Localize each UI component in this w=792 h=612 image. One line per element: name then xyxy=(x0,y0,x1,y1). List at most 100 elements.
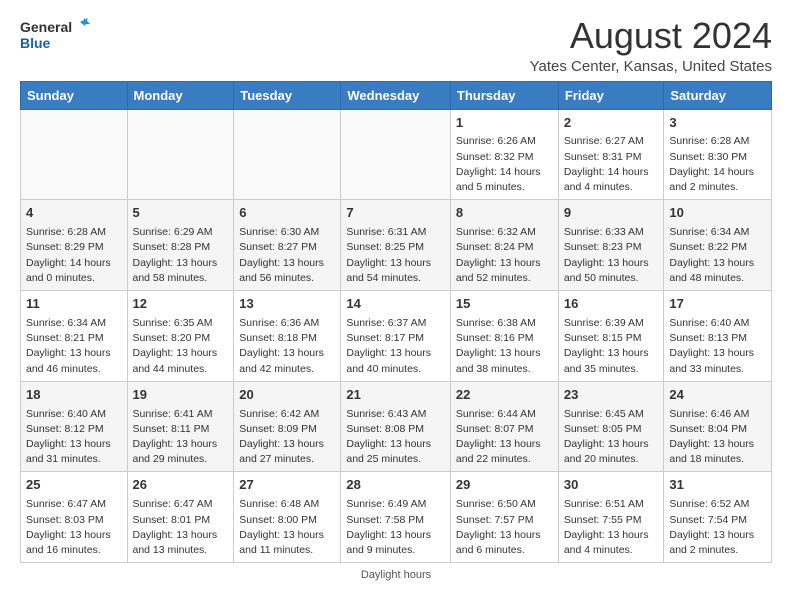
logo: General Blue xyxy=(20,16,90,54)
day-number: 2 xyxy=(564,114,659,133)
day-detail: Sunrise: 6:43 AM Sunset: 8:08 PM Dayligh… xyxy=(346,407,445,468)
calendar-cell: 8 Sunrise: 6:32 AM Sunset: 8:24 PM Daylig… xyxy=(450,200,558,291)
calendar-cell: 11Sunrise: 6:34 AM Sunset: 8:21 PM Dayli… xyxy=(21,291,128,382)
calendar-header-wednesday: Wednesday xyxy=(341,81,451,109)
calendar-week-1: 1Sunrise: 6:26 AM Sunset: 8:32 PM Daylig… xyxy=(21,109,772,200)
calendar-cell: 22 Sunrise: 6:44 AM Sunset: 8:07 PM Dayli… xyxy=(450,381,558,472)
day-detail: Sunrise: 6:28 AM Sunset: 8:29 PM Dayligh… xyxy=(26,225,122,286)
calendar-header-saturday: Saturday xyxy=(664,81,772,109)
day-detail: Sunrise: 6:29 AM Sunset: 8:28 PM Dayligh… xyxy=(133,225,229,286)
day-detail: Sunrise: 6:36 AM Sunset: 8:18 PM Dayligh… xyxy=(239,316,335,377)
calendar-week-4: 18 Sunrise: 6:40 AM Sunset: 8:12 PM Dayli… xyxy=(21,381,772,472)
day-detail: Sunrise: 6:40 AM Sunset: 8:12 PM Dayligh… xyxy=(26,407,122,468)
day-number: 23 xyxy=(564,386,659,405)
calendar-header-thursday: Thursday xyxy=(450,81,558,109)
day-number: 12 xyxy=(133,295,229,314)
day-number: 3 xyxy=(669,114,766,133)
day-number: 24 xyxy=(669,386,766,405)
day-detail: Sunrise: 6:46 AM Sunset: 8:04 PM Dayligh… xyxy=(669,407,766,468)
day-detail: Sunrise: 6:28 AM Sunset: 8:30 PM Dayligh… xyxy=(669,134,766,195)
day-number: 4 xyxy=(26,204,122,223)
day-number: 5 xyxy=(133,204,229,223)
day-number: 30 xyxy=(564,476,659,495)
day-detail: Sunrise: 6:45 AM Sunset: 8:05 PM Dayligh… xyxy=(564,407,659,468)
day-number: 6 xyxy=(239,204,335,223)
subtitle: Yates Center, Kansas, United States xyxy=(530,58,772,75)
day-detail: Sunrise: 6:47 AM Sunset: 8:01 PM Dayligh… xyxy=(133,497,229,558)
page: General Blue August 2024 Yates Center, K… xyxy=(0,0,792,593)
day-number: 29 xyxy=(456,476,553,495)
calendar-cell: 6 Sunrise: 6:30 AM Sunset: 8:27 PM Daylig… xyxy=(234,200,341,291)
calendar-header-tuesday: Tuesday xyxy=(234,81,341,109)
day-number: 26 xyxy=(133,476,229,495)
calendar-header-monday: Monday xyxy=(127,81,234,109)
calendar-cell xyxy=(234,109,341,200)
day-number: 10 xyxy=(669,204,766,223)
calendar-cell: 17 Sunrise: 6:40 AM Sunset: 8:13 PM Dayli… xyxy=(664,291,772,382)
calendar-week-2: 4 Sunrise: 6:28 AM Sunset: 8:29 PM Daylig… xyxy=(21,200,772,291)
calendar-cell: 23 Sunrise: 6:45 AM Sunset: 8:05 PM Dayli… xyxy=(558,381,664,472)
calendar-header-row: SundayMondayTuesdayWednesdayThursdayFrid… xyxy=(21,81,772,109)
day-detail: Sunrise: 6:34 AM Sunset: 8:22 PM Dayligh… xyxy=(669,225,766,286)
calendar-cell: 7 Sunrise: 6:31 AM Sunset: 8:25 PM Daylig… xyxy=(341,200,451,291)
day-number: 19 xyxy=(133,386,229,405)
calendar-cell: 4 Sunrise: 6:28 AM Sunset: 8:29 PM Daylig… xyxy=(21,200,128,291)
calendar-header-sunday: Sunday xyxy=(21,81,128,109)
day-detail: Sunrise: 6:38 AM Sunset: 8:16 PM Dayligh… xyxy=(456,316,553,377)
day-detail: Sunrise: 6:31 AM Sunset: 8:25 PM Dayligh… xyxy=(346,225,445,286)
calendar-header-friday: Friday xyxy=(558,81,664,109)
day-detail: Sunrise: 6:30 AM Sunset: 8:27 PM Dayligh… xyxy=(239,225,335,286)
day-detail: Sunrise: 6:33 AM Sunset: 8:23 PM Dayligh… xyxy=(564,225,659,286)
calendar-cell: 26 Sunrise: 6:47 AM Sunset: 8:01 PM Dayli… xyxy=(127,472,234,563)
day-number: 15 xyxy=(456,295,553,314)
svg-text:General: General xyxy=(20,19,72,35)
calendar-cell: 29Sunrise: 6:50 AM Sunset: 7:57 PM Dayli… xyxy=(450,472,558,563)
footer-text: Daylight hours xyxy=(361,569,431,581)
calendar-cell: 3Sunrise: 6:28 AM Sunset: 8:30 PM Daylig… xyxy=(664,109,772,200)
calendar-cell: 1Sunrise: 6:26 AM Sunset: 8:32 PM Daylig… xyxy=(450,109,558,200)
logo-svg: General Blue xyxy=(20,16,90,54)
day-detail: Sunrise: 6:49 AM Sunset: 7:58 PM Dayligh… xyxy=(346,497,445,558)
calendar-cell: 30Sunrise: 6:51 AM Sunset: 7:55 PM Dayli… xyxy=(558,472,664,563)
calendar-cell: 31 Sunrise: 6:52 AM Sunset: 7:54 PM Dayli… xyxy=(664,472,772,563)
day-number: 25 xyxy=(26,476,122,495)
day-number: 21 xyxy=(346,386,445,405)
day-number: 27 xyxy=(239,476,335,495)
day-number: 28 xyxy=(346,476,445,495)
day-detail: Sunrise: 6:32 AM Sunset: 8:24 PM Dayligh… xyxy=(456,225,553,286)
day-number: 31 xyxy=(669,476,766,495)
calendar-week-5: 25 Sunrise: 6:47 AM Sunset: 8:03 PM Dayli… xyxy=(21,472,772,563)
day-detail: Sunrise: 6:42 AM Sunset: 8:09 PM Dayligh… xyxy=(239,407,335,468)
day-number: 17 xyxy=(669,295,766,314)
calendar-cell: 27Sunrise: 6:48 AM Sunset: 8:00 PM Dayli… xyxy=(234,472,341,563)
day-number: 7 xyxy=(346,204,445,223)
calendar-cell: 21 Sunrise: 6:43 AM Sunset: 8:08 PM Dayli… xyxy=(341,381,451,472)
day-detail: Sunrise: 6:47 AM Sunset: 8:03 PM Dayligh… xyxy=(26,497,122,558)
calendar-cell: 15 Sunrise: 6:38 AM Sunset: 8:16 PM Dayli… xyxy=(450,291,558,382)
day-detail: Sunrise: 6:35 AM Sunset: 8:20 PM Dayligh… xyxy=(133,316,229,377)
title-block: August 2024 Yates Center, Kansas, United… xyxy=(530,16,772,75)
day-number: 14 xyxy=(346,295,445,314)
calendar-cell xyxy=(21,109,128,200)
calendar-cell: 13Sunrise: 6:36 AM Sunset: 8:18 PM Dayli… xyxy=(234,291,341,382)
day-number: 9 xyxy=(564,204,659,223)
day-detail: Sunrise: 6:44 AM Sunset: 8:07 PM Dayligh… xyxy=(456,407,553,468)
day-number: 16 xyxy=(564,295,659,314)
calendar-cell: 19 Sunrise: 6:41 AM Sunset: 8:11 PM Dayli… xyxy=(127,381,234,472)
day-detail: Sunrise: 6:40 AM Sunset: 8:13 PM Dayligh… xyxy=(669,316,766,377)
calendar-cell: 12 Sunrise: 6:35 AM Sunset: 8:20 PM Dayli… xyxy=(127,291,234,382)
day-detail: Sunrise: 6:52 AM Sunset: 7:54 PM Dayligh… xyxy=(669,497,766,558)
header: General Blue August 2024 Yates Center, K… xyxy=(20,16,772,75)
day-detail: Sunrise: 6:37 AM Sunset: 8:17 PM Dayligh… xyxy=(346,316,445,377)
svg-text:Blue: Blue xyxy=(20,35,51,51)
day-detail: Sunrise: 6:41 AM Sunset: 8:11 PM Dayligh… xyxy=(133,407,229,468)
day-number: 8 xyxy=(456,204,553,223)
footer-note: Daylight hours xyxy=(20,569,772,581)
calendar-cell: 2Sunrise: 6:27 AM Sunset: 8:31 PM Daylig… xyxy=(558,109,664,200)
calendar-cell: 14 Sunrise: 6:37 AM Sunset: 8:17 PM Dayli… xyxy=(341,291,451,382)
main-title: August 2024 xyxy=(530,16,772,56)
day-number: 11 xyxy=(26,295,122,314)
day-number: 18 xyxy=(26,386,122,405)
calendar-week-3: 11Sunrise: 6:34 AM Sunset: 8:21 PM Dayli… xyxy=(21,291,772,382)
day-number: 22 xyxy=(456,386,553,405)
